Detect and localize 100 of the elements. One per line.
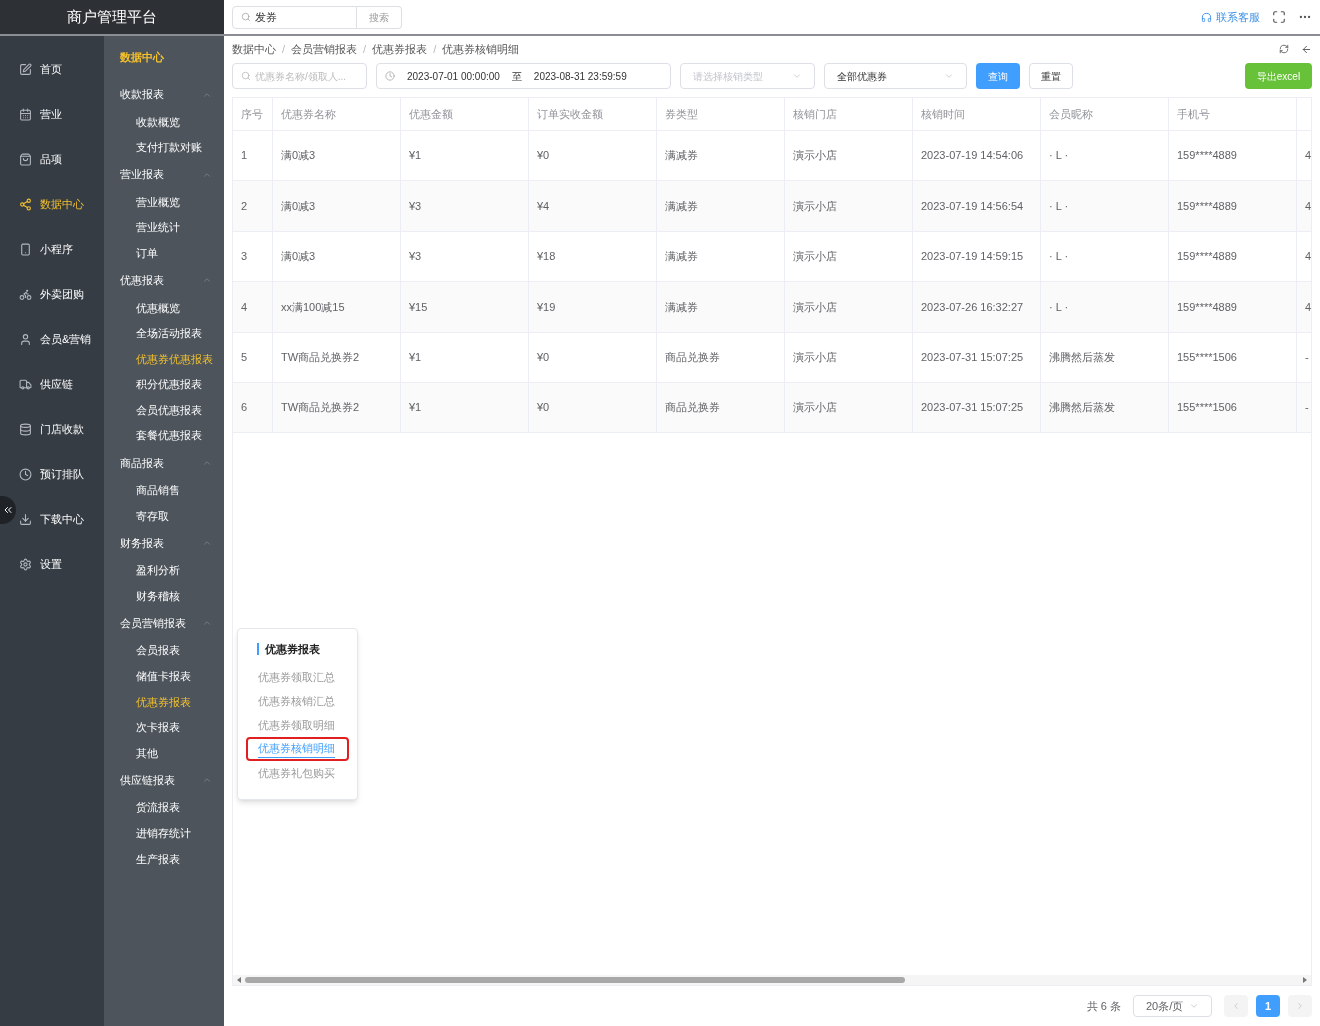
column-header: 序号 xyxy=(233,98,273,130)
breadcrumb-separator: / xyxy=(282,41,286,57)
table-cell: ¥1 xyxy=(401,332,529,382)
table-cell: 2023-07-26 16:32:27 xyxy=(913,282,1041,332)
breadcrumb-link[interactable]: 数据中心 xyxy=(232,40,276,58)
nav-item[interactable]: 下载中心 xyxy=(16,497,104,542)
table-cell: · L · xyxy=(1041,181,1169,231)
submenu-item[interactable]: 财务稽核 xyxy=(104,583,224,609)
headset-icon xyxy=(1201,11,1212,23)
submenu-item[interactable]: 货流报表 xyxy=(104,794,224,821)
horizontal-scrollbar[interactable] xyxy=(233,975,1311,985)
nav-item[interactable]: 预订排队 xyxy=(16,452,104,497)
breadcrumb-link[interactable]: 优惠券核销明细 xyxy=(442,40,520,58)
submenu-group[interactable]: 营业报表 xyxy=(104,160,224,190)
table-cell: xx满100减15 xyxy=(273,282,401,332)
contact-link[interactable]: 联系客服 xyxy=(1201,8,1260,26)
submenu-item[interactable]: 支付打款对账 xyxy=(104,134,224,161)
table-cell: 4 xyxy=(233,282,273,332)
table-cell: 满减券 xyxy=(657,282,785,332)
submenu-item[interactable]: 盈利分析 xyxy=(104,557,224,584)
submenu-item[interactable]: 套餐优惠报表 xyxy=(104,422,224,449)
table-cell: · L · xyxy=(1041,282,1169,332)
submenu-item[interactable]: 营业统计 xyxy=(104,214,224,241)
table-cell: ¥4 xyxy=(529,181,657,231)
refresh-icon[interactable] xyxy=(1279,44,1289,54)
table-cell: ¥1 xyxy=(401,382,529,433)
table-cell: 演示小店 xyxy=(785,382,913,433)
breadcrumb-link[interactable]: 会员营销报表 xyxy=(291,40,358,58)
reset-button[interactable]: 重置 xyxy=(1029,63,1073,89)
user-icon xyxy=(19,333,32,346)
submenu-item[interactable]: 订单 xyxy=(104,240,224,266)
coupon-select[interactable]: 全部优惠券 xyxy=(824,63,967,89)
table-cell: 155****1506 xyxy=(1169,382,1297,433)
submenu-item[interactable]: 积分优惠报表 xyxy=(104,371,224,398)
back-icon[interactable] xyxy=(1301,43,1312,55)
table-cell: - xyxy=(1297,382,1311,433)
search-icon xyxy=(241,71,251,81)
submenu-item[interactable]: 会员优惠报表 xyxy=(104,397,224,423)
page-size-select[interactable]: 20条/页 xyxy=(1133,995,1212,1017)
table-cell: ¥3 xyxy=(401,231,529,282)
nav-item[interactable]: 首页 xyxy=(16,47,104,92)
table-cell: 4 xyxy=(1297,282,1311,332)
nav-item[interactable]: 会员&营销 xyxy=(16,317,104,362)
submenu-item[interactable]: 全场活动报表 xyxy=(104,320,224,347)
submenu-item[interactable]: 其他 xyxy=(104,740,224,766)
table-cell: 5 xyxy=(233,332,273,382)
table-cell: 满减券 xyxy=(657,131,785,181)
table-cell: 2023-07-31 15:07:25 xyxy=(913,332,1041,382)
submenu-item[interactable]: 储值卡报表 xyxy=(104,663,224,690)
submenu-item[interactable]: 收款概览 xyxy=(104,109,224,135)
submenu-item[interactable]: 会员报表 xyxy=(104,637,224,664)
submenu-item[interactable]: 商品销售 xyxy=(104,477,224,504)
column-header: 手机号 xyxy=(1169,98,1297,130)
share-icon xyxy=(19,198,32,211)
table-cell: · L · xyxy=(1041,231,1169,282)
date-range-field[interactable]: 2023-07-01 00:00:00 至 2023-08-31 23:59:59 xyxy=(376,63,671,89)
submenu-item[interactable]: 营业概览 xyxy=(104,189,224,215)
column-header: 优惠金额 xyxy=(401,98,529,130)
submenu-item[interactable]: 生产报表 xyxy=(104,846,224,872)
column-header: 会员昵称 xyxy=(1041,98,1169,130)
submenu-item[interactable]: 优惠概览 xyxy=(104,294,224,321)
nav-item[interactable]: 供应链 xyxy=(16,362,104,407)
table-cell: ¥15 xyxy=(401,282,529,332)
table-cell: 满减券 xyxy=(657,181,785,231)
nav-item[interactable]: 设置 xyxy=(16,542,104,587)
submenu-group[interactable]: 收款报表 xyxy=(104,80,224,109)
column-header: 优惠券名称 xyxy=(273,98,401,130)
table-cell: 2023-07-19 14:59:15 xyxy=(913,231,1041,282)
clock-icon xyxy=(19,468,32,481)
table-cell: 2023-07-31 15:07:25 xyxy=(913,382,1041,433)
table-cell: 商品兑换券 xyxy=(657,382,785,433)
nav-item[interactable]: 门店收款 xyxy=(16,407,104,452)
submenu-item[interactable]: 次卡报表 xyxy=(104,714,224,741)
submenu-group[interactable]: 财务报表 xyxy=(104,528,224,558)
search-field[interactable]: 发券 xyxy=(232,5,357,29)
table-cell: 沸腾然后蒸发 xyxy=(1041,332,1169,382)
submenu-group[interactable]: 优惠报表 xyxy=(104,265,224,295)
nav-item[interactable]: 营业 xyxy=(16,92,104,137)
table-cell: ¥0 xyxy=(529,332,657,382)
collapse-button[interactable] xyxy=(0,496,16,524)
table-cell: 2023-07-19 14:56:54 xyxy=(913,181,1041,231)
submenu-item[interactable]: 优惠券优惠报表 xyxy=(104,346,224,372)
table-cell: 演示小店 xyxy=(785,282,913,332)
bike-icon xyxy=(19,288,32,301)
submenu-item[interactable]: 优惠券报表 xyxy=(104,689,224,715)
table-cell: 2 xyxy=(233,181,273,231)
submenu-item[interactable]: 寄存取 xyxy=(104,503,224,529)
breadcrumb-link[interactable]: 优惠券报表 xyxy=(372,40,428,58)
chevron-down-icon xyxy=(792,71,802,81)
submenu-group[interactable]: 商品报表 xyxy=(104,448,224,478)
submenu-group[interactable]: 供应链报表 xyxy=(104,765,224,795)
nav-item[interactable]: 小程序 xyxy=(16,227,104,272)
nav-item[interactable]: 数据中心 xyxy=(16,182,104,227)
nav-item[interactable]: 品项 xyxy=(16,137,104,182)
column-header: 核销时间 xyxy=(913,98,1041,130)
submenu-item[interactable]: 进销存统计 xyxy=(104,820,224,847)
nav-item[interactable]: 外卖团购 xyxy=(16,272,104,317)
submenu-group[interactable]: 会员营销报表 xyxy=(104,608,224,638)
fullscreen-icon[interactable] xyxy=(1272,10,1286,24)
table-cell: 演示小店 xyxy=(785,332,913,382)
